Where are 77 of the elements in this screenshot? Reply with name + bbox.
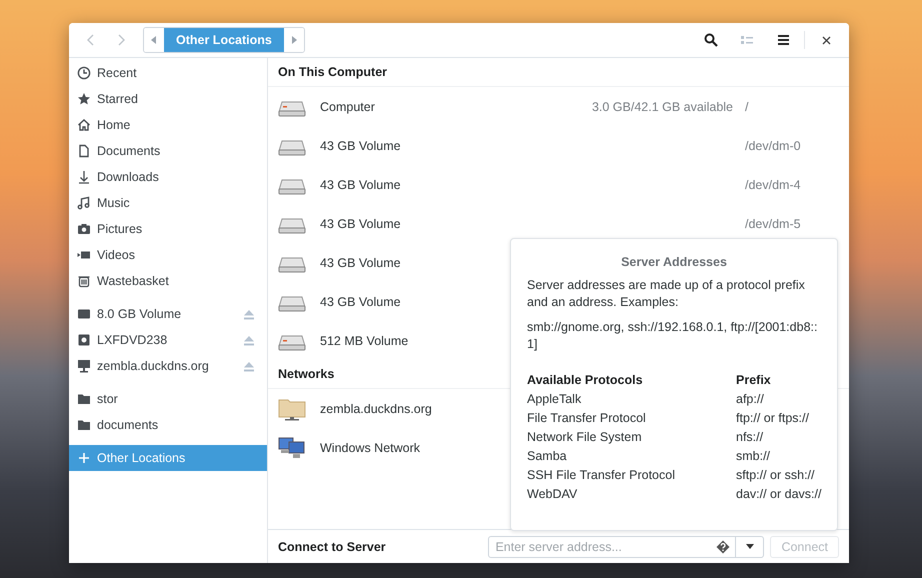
help-icon[interactable]: [716, 540, 730, 554]
location-name[interactable]: Windows Network: [320, 440, 420, 454]
connect-to-server-label: Connect to Server: [278, 540, 386, 554]
location-name[interactable]: 43 GB Volume: [320, 294, 401, 308]
sidebar-item[interactable]: Videos: [69, 242, 267, 268]
network-icon: [278, 436, 306, 460]
sidebar-item[interactable]: Home: [69, 112, 267, 138]
dropdown-caret-icon: [746, 544, 754, 549]
protocol-name: SSH File Transfer Protocol: [527, 468, 676, 482]
sidebar-item[interactable]: 8.0 GB Volume: [69, 301, 267, 327]
location-name[interactable]: 43 GB Volume: [320, 138, 401, 152]
recent-servers-dropdown-button[interactable]: [736, 536, 764, 558]
download-icon: [77, 170, 91, 184]
camera-icon: [77, 222, 91, 236]
protocol-prefix: ftp:// or ftps://: [736, 411, 810, 425]
sidebar-item[interactable]: Starred: [69, 86, 267, 112]
trash-icon: [77, 274, 91, 288]
protocol-name: Samba: [527, 449, 568, 463]
protocol-name: File Transfer Protocol: [527, 411, 647, 425]
star-icon: [77, 92, 91, 106]
location-name[interactable]: Computer: [320, 100, 375, 114]
location-name[interactable]: 43 GB Volume: [320, 216, 401, 230]
location-name[interactable]: zembla.duckdns.org: [320, 402, 432, 416]
recent-icon: [77, 66, 91, 80]
close-icon: [822, 36, 830, 44]
protocol-prefix: dav:// or davs://: [736, 487, 822, 501]
forward-icon: [116, 34, 126, 46]
address-examples: smb://gnome.org, ssh://192.168.0.1, ftp://[2001:db8::1]: [527, 319, 818, 353]
protocol-name: WebDAV: [527, 487, 578, 501]
document-icon: [77, 144, 91, 158]
sidebar-item[interactable]: Downloads: [69, 164, 267, 190]
protocol-prefix: smb://: [736, 449, 772, 463]
popover-title: Server Addresses: [620, 255, 728, 269]
protocol-name: Network File System: [527, 430, 643, 444]
back-icon: [86, 34, 96, 46]
search-icon: [704, 33, 718, 47]
server-address-field[interactable]: Enter server address...: [488, 536, 736, 558]
sidebar-item[interactable]: stor: [69, 386, 267, 412]
eject-icon[interactable]: [243, 308, 255, 320]
folder-icon: [77, 418, 91, 432]
column-heading: Available Protocols: [527, 373, 644, 387]
list-view-icon: [741, 35, 753, 45]
sidebar-item[interactable]: LXFDVD238: [69, 327, 267, 353]
location-name[interactable]: 43 GB Volume: [320, 178, 401, 192]
sidebar-item[interactable]: Pictures: [69, 216, 267, 242]
device-path-text: /dev/dm-5: [745, 216, 801, 230]
right-triangle-icon: [290, 36, 297, 44]
column-heading: Prefix: [736, 373, 772, 387]
protocol-prefix: afp://: [736, 392, 765, 406]
sidebar-item[interactable]: Recent: [69, 60, 267, 86]
popover-description: Server addresses are made up of a protocol prefix and an address. Examples:: [527, 277, 806, 311]
network-folder-icon: [278, 396, 306, 420]
music-icon: [77, 196, 91, 210]
sidebar-item[interactable]: zembla.duckdns.org: [69, 353, 267, 379]
server-icon: [77, 359, 91, 373]
eject-icon[interactable]: [243, 334, 255, 346]
device-path-text: /: [745, 100, 748, 114]
protocol-name: AppleTalk: [527, 392, 582, 406]
sidebar-item[interactable]: Documents: [69, 138, 267, 164]
available-space-text: 3.0 GB/42.1 GB available: [592, 100, 733, 114]
protocol-prefix: sftp:// or ssh://: [736, 468, 816, 482]
location-name[interactable]: 43 GB Volume: [320, 256, 401, 270]
sidebar-item[interactable]: Music: [69, 190, 267, 216]
sidebar-item[interactable]: Wastebasket: [69, 268, 267, 294]
left-triangle-icon: [151, 36, 157, 44]
sidebar-item[interactable]: documents: [69, 412, 267, 438]
location-name[interactable]: 512 MB Volume: [320, 334, 408, 348]
home-icon: [77, 118, 91, 132]
plus-icon: [77, 451, 91, 465]
protocol-prefix: nfs://: [736, 430, 764, 444]
drive-icon: [77, 307, 91, 321]
section-heading: On This Computer: [268, 58, 849, 87]
menu-icon: [778, 35, 788, 45]
device-path-text: /dev/dm-0: [745, 138, 801, 152]
eject-icon[interactable]: [243, 360, 255, 372]
folder-icon: [77, 392, 91, 406]
device-path-text: /dev/dm-4: [745, 178, 801, 192]
